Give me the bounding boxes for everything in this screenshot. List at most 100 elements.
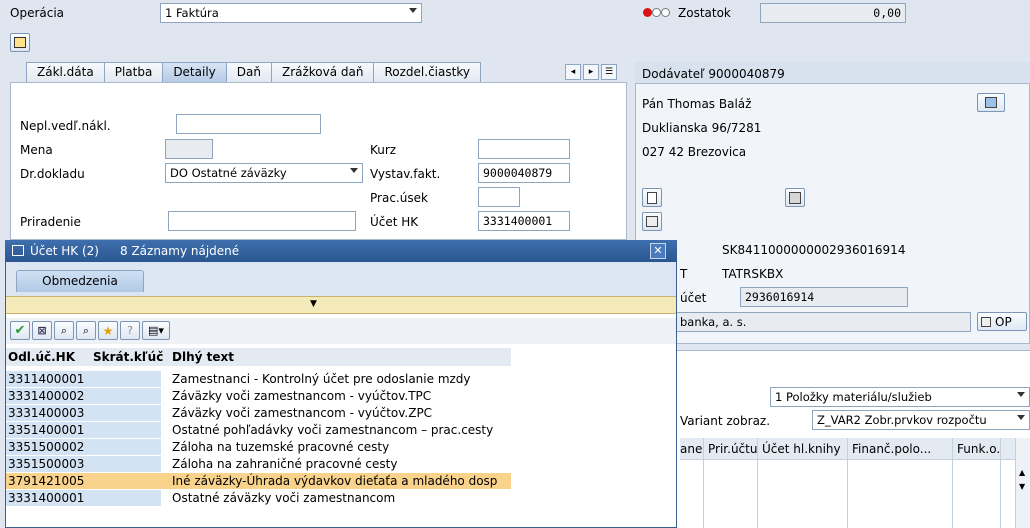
cancel-button[interactable]: ⊠ [32, 321, 52, 340]
vendor-bank-field: banka, a. s. [675, 312, 971, 332]
drdokladu-value: DO Ostatné záväzky [170, 166, 287, 180]
items-col-prir-uctu[interactable]: Prir.účtu [708, 438, 757, 460]
row-account: 3331400002 [6, 388, 161, 404]
items-type-select[interactable]: 1 Položky materiálu/služieb [770, 387, 1030, 407]
tab-platba[interactable]: Platba [103, 62, 164, 82]
table-row[interactable]: 3331400001 Ostatné záväzky voči zamestnan… [6, 490, 511, 506]
table-row[interactable]: 3351400001 Ostatné pohľadávky voči zamest… [6, 422, 511, 438]
dialog-title: Účet HK (2) [30, 244, 99, 258]
nepl-label: Nepl.vedľ.nákl. [20, 119, 111, 133]
nepl-input[interactable] [176, 114, 321, 134]
col-odl-uc-hk[interactable]: Odl.úč.HK [8, 349, 75, 365]
drdokladu-label: Dr.dokladu [20, 167, 85, 181]
operation-select[interactable]: 1 Faktúra [160, 3, 422, 23]
vendor-edit-button[interactable] [977, 93, 1005, 112]
vendor-name: Pán Thomas Baláž [642, 97, 752, 111]
row-account: 3351500002 [6, 439, 161, 455]
document-icon [647, 191, 657, 204]
dialog-count: 8 Záznamy nájdené [120, 244, 240, 258]
tab-rozdel-ciastky[interactable]: Rozdel.čiastky [373, 62, 481, 82]
items-col-ucet-hl-knihy[interactable]: Účet hl.knihy [762, 438, 841, 460]
address-book-icon [789, 191, 801, 204]
items-scrollbar[interactable]: ▲ ▼ [1015, 438, 1030, 528]
star-icon: ★ [102, 323, 114, 338]
col-dlhy-text[interactable]: Dlhý text [172, 349, 234, 365]
row-account: 3311400001 [6, 371, 161, 387]
balance-field: 0,00 [760, 3, 906, 23]
ucethk-input[interactable]: 3331400001 [478, 211, 570, 231]
chevron-down-icon [1017, 415, 1025, 420]
chevron-down-icon [1017, 392, 1025, 397]
table-row-selected[interactable]: 3791421005 Iné záväzky-Úhrada výdavkov di… [6, 473, 511, 489]
list-icon [981, 316, 991, 327]
col-skrat-kluc[interactable]: Skrát.kľúč [93, 349, 163, 365]
scroll-right-icon[interactable]: ▸ [583, 64, 599, 80]
items-col-ane[interactable]: ane [680, 438, 702, 460]
table-row[interactable]: 3331400003 Záväzky voči zamestnancom - vy… [6, 405, 511, 421]
find-next-button[interactable]: ⌕ [76, 321, 96, 340]
vendor-swift-prefix: T [680, 267, 688, 281]
tab-obmedzenia[interactable]: Obmedzenia [16, 270, 144, 292]
drdokladu-select[interactable]: DO Ostatné záväzky [165, 163, 363, 183]
table-row[interactable]: 3351500002 Záloha na tuzemské pracovné ce… [6, 439, 511, 455]
check-icon: ✔ [14, 323, 26, 338]
items-type-value: 1 Položky materiálu/služieb [775, 390, 932, 404]
variant-value: Z_VAR2 Zobr.prvkov rozpočtu [817, 413, 987, 427]
tree-icon [14, 37, 26, 48]
status-traffic-light-icon [643, 8, 673, 18]
variant-label: Variant zobraz. [680, 414, 771, 428]
print-button[interactable]: ▤▾ [142, 321, 170, 340]
variant-select[interactable]: Z_VAR2 Zobr.prvkov rozpočtu [812, 410, 1030, 430]
edit-icon [985, 97, 997, 108]
table-row[interactable]: 3331400002 Záväzky voči zamestnancom - vy… [6, 388, 511, 404]
vendor-op-button[interactable]: OP [977, 312, 1027, 331]
binoculars-icon: ⌕ [60, 323, 68, 337]
dialog-titlebar [5, 240, 677, 262]
scroll-left-icon[interactable]: ◂ [565, 64, 581, 80]
tab-dan[interactable]: Daň [225, 62, 272, 82]
favorites-button[interactable]: ★ [98, 321, 118, 340]
tab-zrazkova-dan[interactable]: Zrážková daň [270, 62, 375, 82]
find-button[interactable]: ⌕ [54, 321, 74, 340]
vystav-input[interactable]: 9000040879 [478, 163, 570, 183]
tree-toggle-button[interactable] [10, 33, 30, 52]
vendor-doc-button[interactable] [642, 188, 662, 207]
dialog-window-icon [12, 245, 24, 256]
vendor-title: Dodávateľ 9000040879 [642, 67, 785, 81]
chevron-down-icon [409, 8, 417, 13]
vendor-address-button[interactable] [785, 188, 805, 207]
binoculars-next-icon: ⌕ [82, 323, 90, 337]
help-button[interactable]: ? [120, 321, 140, 340]
table-row[interactable]: 3351500003 Záloha na zahraničné pracovné … [6, 456, 511, 472]
priradenie-input[interactable] [168, 211, 356, 231]
items-grid-line [1000, 438, 1001, 528]
pracusek-input[interactable] [478, 187, 520, 207]
row-text: Záväzky voči zamestnancom - vyúčtov.ZPC [172, 406, 433, 420]
row-account: 3791421005 [6, 473, 161, 489]
tab-zakl-data[interactable]: Zákl.dáta [26, 62, 105, 82]
confirm-button[interactable]: ✔ [10, 321, 30, 340]
vendor-city: 027 42 Brezovica [642, 145, 747, 159]
row-account: 3351400001 [6, 422, 161, 438]
close-button[interactable]: ✕ [650, 243, 666, 259]
balance-label: Zostatok [678, 6, 731, 20]
items-col-funk-o[interactable]: Funk.o. [957, 438, 1000, 460]
vendor-swift: TATRSKBX [722, 267, 784, 281]
kurz-input[interactable] [478, 139, 570, 159]
scroll-down-icon[interactable]: ▼ [1019, 482, 1025, 491]
collapse-bar[interactable]: ▼ [6, 296, 676, 314]
vendor-account-label: účet [680, 291, 707, 305]
vendor-bank-button[interactable] [642, 212, 662, 231]
scroll-up-icon[interactable]: ▲ [1019, 468, 1025, 477]
row-account: 3331400001 [6, 490, 161, 506]
table-row[interactable]: 3311400001 Zamestnanci - Kontrolný účet p… [6, 371, 511, 387]
pracusek-label: Prac.úsek [370, 191, 428, 205]
result-table-header [6, 348, 511, 366]
tab-list-icon[interactable]: ☰ [601, 64, 617, 80]
ucethk-label: Účet HK [370, 215, 419, 229]
row-account: 3351500003 [6, 456, 161, 472]
items-col-financ-polo[interactable]: Finanč.polo... [852, 438, 931, 460]
tab-obmedzenia-label: Obmedzenia [42, 274, 118, 288]
mena-input[interactable] [165, 139, 213, 159]
tab-detaily[interactable]: Detaily [162, 62, 227, 82]
